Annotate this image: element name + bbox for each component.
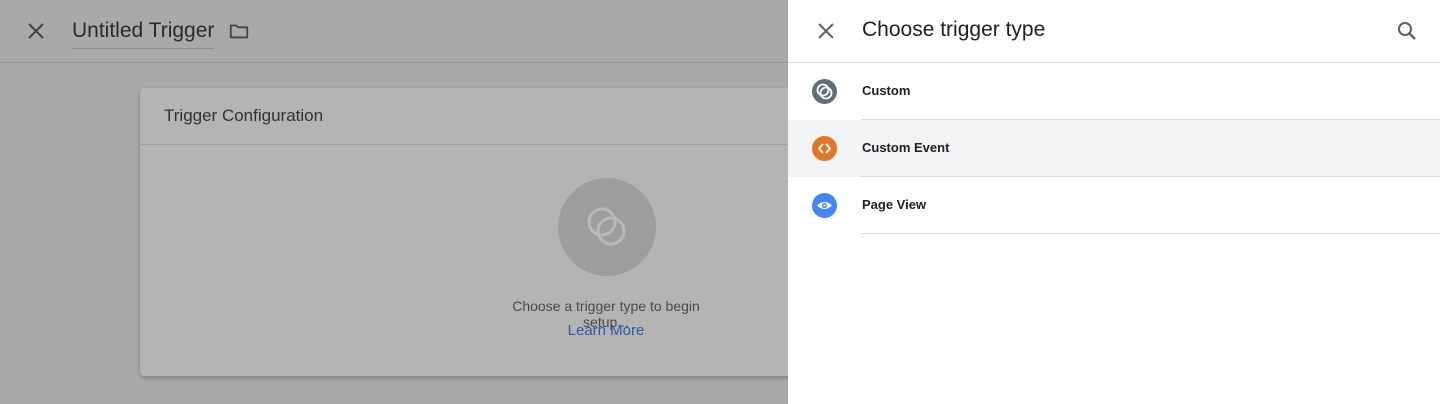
close-icon[interactable] [24, 19, 48, 43]
trigger-editor: Untitled Trigger Trigger Configuration C… [0, 0, 840, 404]
close-icon[interactable] [814, 19, 838, 43]
trigger-type-label: Custom Event [862, 140, 950, 155]
learn-more-link[interactable]: Learn More [490, 322, 722, 339]
trigger-type-page-view[interactable]: Page View [788, 177, 1440, 234]
panel-header: Choose trigger type [788, 0, 1440, 63]
divider [861, 233, 1440, 234]
editor-header: Untitled Trigger [0, 0, 788, 63]
divider [140, 144, 840, 145]
trigger-configuration-card[interactable]: Trigger Configuration Choose a trigger t… [140, 88, 840, 376]
trigger-type-label: Custom [862, 83, 911, 98]
trigger-type-list: Custom Custom Event Page View [788, 63, 1440, 234]
trigger-name-field[interactable]: Untitled Trigger [72, 18, 215, 49]
choose-trigger-type-panel: Choose trigger type Custom Custom Event … [788, 0, 1440, 404]
search-icon[interactable] [1395, 19, 1419, 43]
trigger-type-label: Page View [862, 197, 927, 212]
custom-trigger-icon [812, 79, 837, 104]
card-title: Trigger Configuration [164, 106, 324, 125]
trigger-placeholder-icon[interactable] [558, 178, 656, 276]
trigger-type-custom-event[interactable]: Custom Event [788, 120, 1440, 177]
folder-icon[interactable] [228, 20, 250, 42]
eye-icon [812, 193, 837, 218]
code-brackets-icon [812, 136, 837, 161]
panel-title: Choose trigger type [862, 18, 1046, 41]
trigger-type-custom[interactable]: Custom [788, 63, 1440, 120]
